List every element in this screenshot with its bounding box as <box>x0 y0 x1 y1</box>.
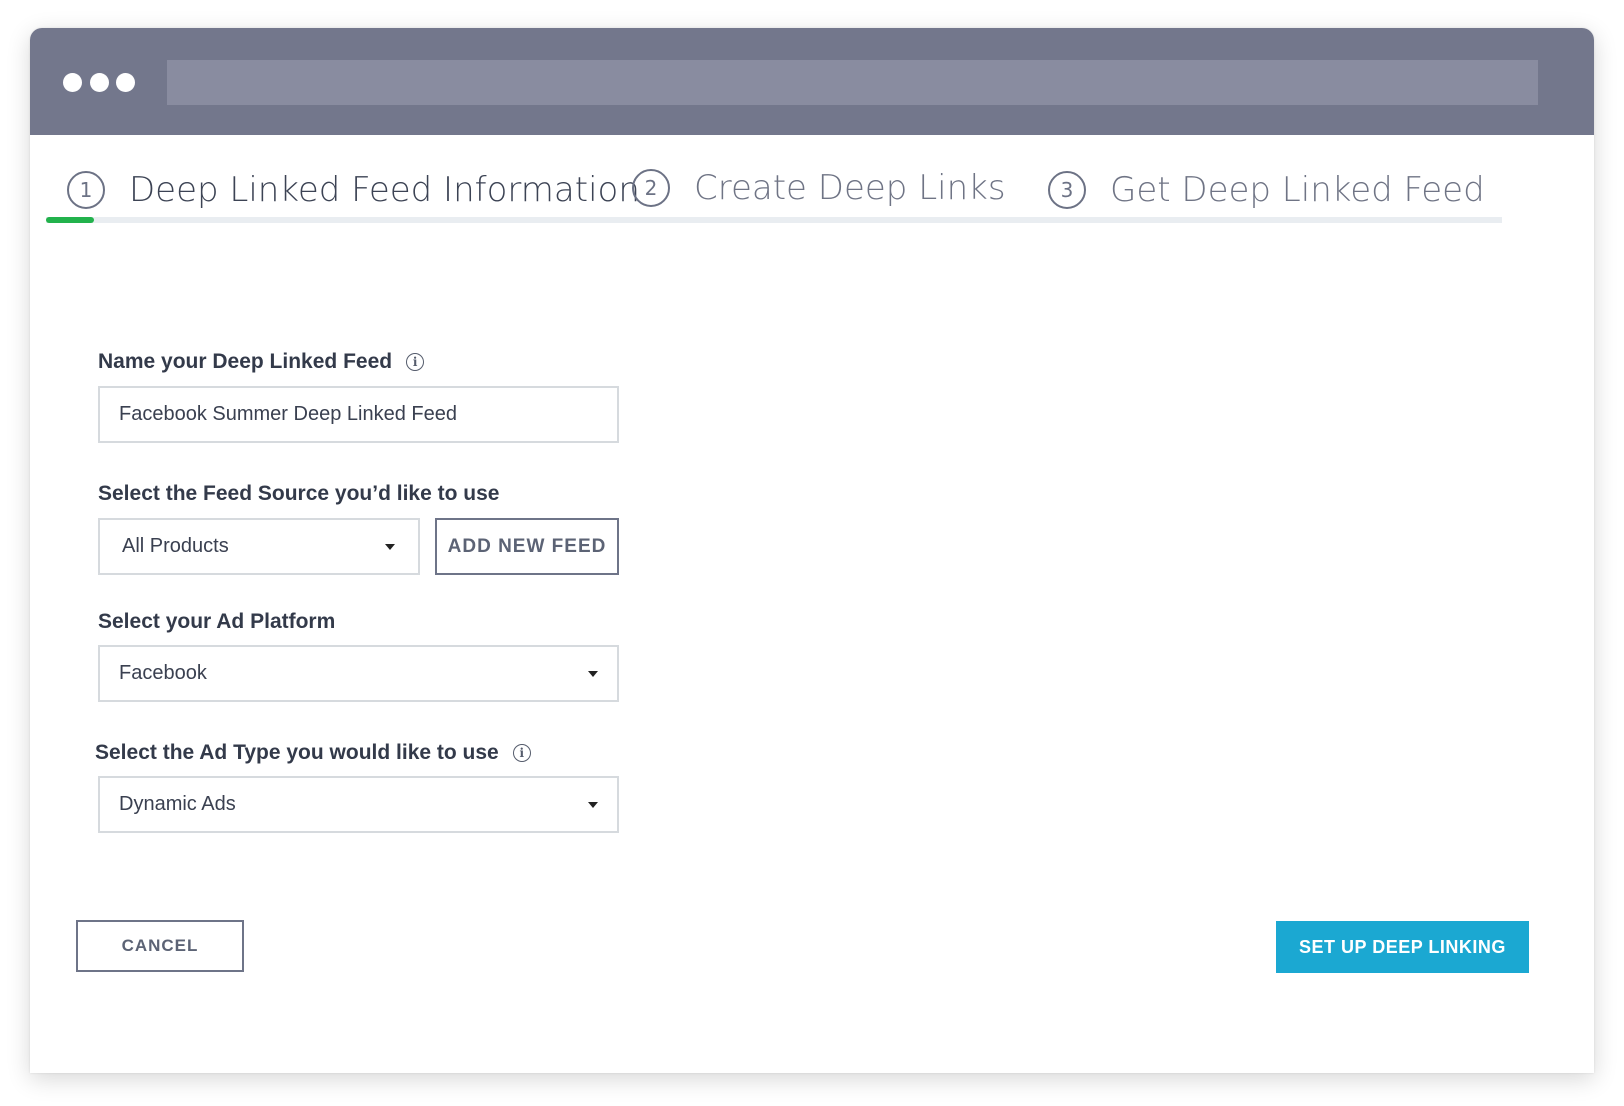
add-new-feed-button[interactable]: ADD NEW FEED <box>435 518 619 575</box>
feed-name-label-text: Name your Deep Linked Feed <box>98 350 393 373</box>
browser-titlebar <box>30 28 1594 135</box>
ad-type-label-text: Select the Ad Type you would like to use <box>95 741 499 764</box>
address-bar[interactable] <box>167 60 1538 105</box>
feed-name-input[interactable]: Facebook Summer Deep Linked Feed <box>98 386 619 443</box>
progress-track <box>46 217 1502 223</box>
ad-type-select[interactable]: Dynamic Ads <box>98 776 619 833</box>
feed-source-select[interactable]: All Products <box>98 518 420 575</box>
feed-name-value: Facebook Summer Deep Linked Feed <box>119 403 457 425</box>
step-label: Get Deep Linked Feed <box>1110 170 1485 210</box>
step-number-circle: 2 <box>632 169 670 207</box>
step-3[interactable]: 3 Get Deep Linked Feed <box>1048 165 1485 215</box>
chevron-down-icon <box>588 670 598 677</box>
window-dot[interactable] <box>63 73 82 92</box>
info-icon[interactable]: i <box>512 744 531 762</box>
step-1[interactable]: 1 Deep Linked Feed Information <box>67 165 640 215</box>
set-up-deep-linking-button[interactable]: SET UP DEEP LINKING <box>1276 921 1529 973</box>
ad-type-value: Dynamic Ads <box>119 793 236 815</box>
ad-platform-select[interactable]: Facebook <box>98 645 619 702</box>
step-number-circle: 1 <box>67 171 105 209</box>
ad-platform-label-text: Select your Ad Platform <box>98 610 336 633</box>
chevron-down-icon <box>385 543 395 550</box>
feed-source-label-text: Select the Feed Source you’d like to use <box>98 482 500 505</box>
feed-name-label: Name your Deep Linked Feed i <box>98 350 425 374</box>
step-2[interactable]: 2 Create Deep Links <box>632 163 1006 213</box>
window-dot[interactable] <box>116 73 135 92</box>
progress-fill <box>46 217 94 223</box>
ad-platform-value: Facebook <box>119 662 207 684</box>
step-label: Deep Linked Feed Information <box>129 170 640 210</box>
step-number-circle: 3 <box>1048 171 1086 209</box>
info-icon[interactable]: i <box>406 353 425 371</box>
window-dot[interactable] <box>90 73 109 92</box>
cancel-button[interactable]: CANCEL <box>76 920 244 972</box>
ad-type-label: Select the Ad Type you would like to use… <box>95 741 531 765</box>
feed-source-label: Select the Feed Source you’d like to use <box>98 482 499 506</box>
feed-source-value: All Products <box>122 535 229 557</box>
ad-platform-label: Select your Ad Platform <box>98 610 335 634</box>
chevron-down-icon <box>588 801 598 808</box>
step-label: Create Deep Links <box>694 168 1006 208</box>
